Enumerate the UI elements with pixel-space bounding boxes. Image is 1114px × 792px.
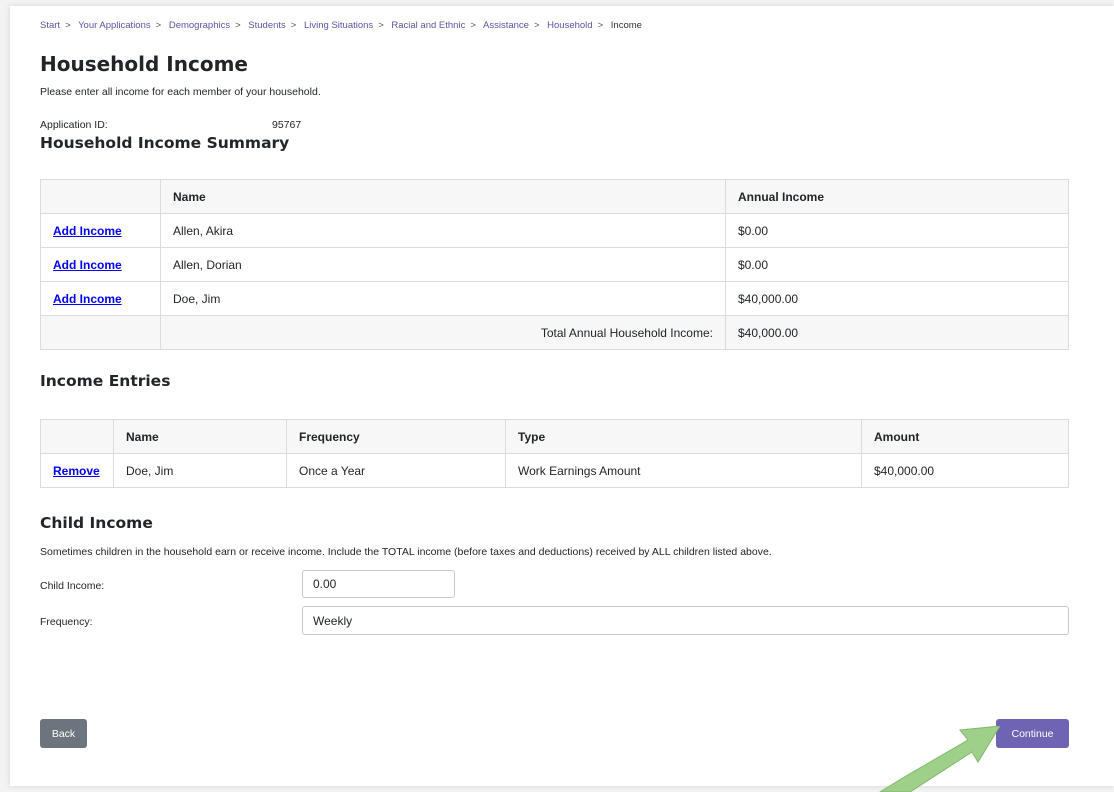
- action-cell: Remove: [40, 453, 114, 488]
- amount-cell: $40,000.00: [861, 453, 1069, 488]
- action-cell: Add Income: [40, 247, 161, 282]
- add-income-link[interactable]: Add Income: [53, 258, 122, 272]
- name-cell: Allen, Dorian: [160, 247, 726, 282]
- application-id-value: 95767: [272, 119, 302, 131]
- column-header-annual-income: Annual Income: [725, 179, 1069, 214]
- income-entries-table: Name Frequency Type Amount Remove Doe, J…: [40, 419, 1069, 488]
- frequency-cell: Once a Year: [286, 453, 506, 488]
- table-row: Add Income Allen, Dorian $0.00: [40, 247, 1069, 282]
- total-value: $40,000.00: [725, 315, 1069, 350]
- frequency-label: Frequency:: [40, 616, 93, 628]
- add-income-link[interactable]: Add Income: [53, 224, 122, 238]
- breadcrumb: Start > Your Applications > Demographics > …: [40, 20, 642, 31]
- back-button[interactable]: Back: [40, 719, 87, 748]
- frequency-value: Weekly: [313, 613, 353, 628]
- table-header-row: Name Frequency Type Amount: [40, 419, 1069, 454]
- application-id-label: Application ID:: [40, 119, 108, 131]
- breadcrumb-separator: >: [597, 20, 604, 31]
- name-cell: Doe, Jim: [160, 281, 726, 316]
- type-cell: Work Earnings Amount: [505, 453, 862, 488]
- table-row: Remove Doe, Jim Once a Year Work Earning…: [40, 453, 1069, 488]
- income-cell: $0.00: [725, 213, 1069, 248]
- table-row: Add Income Allen, Akira $0.00: [40, 213, 1069, 248]
- breadcrumb-your-applications[interactable]: Your Applications: [78, 20, 151, 31]
- breadcrumb-assistance[interactable]: Assistance: [483, 20, 529, 31]
- total-label: Total Annual Household Income:: [160, 315, 726, 350]
- breadcrumb-students[interactable]: Students: [248, 20, 286, 31]
- household-income-summary-table: Name Annual Income Add Income Allen, Aki…: [40, 179, 1069, 350]
- breadcrumb-separator: >: [470, 20, 476, 31]
- breadcrumb-living-situations[interactable]: Living Situations: [304, 20, 373, 31]
- income-entries-heading: Income Entries: [40, 372, 171, 390]
- income-cell: $40,000.00: [725, 281, 1069, 316]
- breadcrumb-separator: >: [235, 20, 241, 31]
- frequency-select[interactable]: Weekly: [302, 606, 1069, 635]
- child-income-description: Sometimes children in the household earn…: [40, 546, 772, 558]
- breadcrumb-current: Income: [610, 20, 642, 31]
- child-income-input[interactable]: 0.00: [302, 570, 455, 598]
- column-header-frequency: Frequency: [286, 419, 506, 454]
- child-income-label: Child Income:: [40, 580, 105, 592]
- breadcrumb-racial-and-ethnic[interactable]: Racial and Ethnic: [391, 20, 465, 31]
- page-card: Start > Your Applications > Demographics > …: [10, 6, 1114, 792]
- table-row: Add Income Doe, Jim $40,000.00: [40, 281, 1069, 316]
- breadcrumb-separator: >: [155, 20, 162, 31]
- breadcrumb-household[interactable]: Household: [547, 20, 592, 31]
- income-cell: $0.00: [725, 247, 1069, 282]
- pointer-arrow-shape: [879, 726, 1001, 792]
- breadcrumb-separator: >: [533, 20, 540, 31]
- page-intro: Please enter all income for each member …: [40, 86, 321, 98]
- column-header-name: Name: [113, 419, 287, 454]
- breadcrumb-separator: >: [378, 20, 384, 31]
- breadcrumb-separator: >: [65, 20, 71, 31]
- empty-cell: [40, 315, 161, 350]
- breadcrumb-start[interactable]: Start: [40, 20, 60, 31]
- add-income-link[interactable]: Add Income: [53, 292, 122, 306]
- page-title: Household Income: [40, 52, 248, 76]
- name-cell: Doe, Jim: [113, 453, 287, 488]
- table-header-row: Name Annual Income: [40, 179, 1069, 214]
- column-header-name: Name: [160, 179, 726, 214]
- child-income-heading: Child Income: [40, 514, 153, 532]
- action-cell: Add Income: [40, 281, 161, 316]
- name-cell: Allen, Akira: [160, 213, 726, 248]
- summary-heading: Household Income Summary: [40, 134, 290, 152]
- total-row: Total Annual Household Income: $40,000.0…: [40, 315, 1069, 350]
- child-income-value: 0.00: [313, 577, 337, 591]
- action-cell: Add Income: [40, 213, 161, 248]
- breadcrumb-separator: >: [290, 20, 297, 31]
- column-header: [40, 179, 161, 214]
- column-header-amount: Amount: [861, 419, 1069, 454]
- remove-link[interactable]: Remove: [53, 464, 100, 478]
- column-header-type: Type: [505, 419, 862, 454]
- column-header: [40, 419, 114, 454]
- pointer-arrow-icon: [879, 726, 1001, 792]
- breadcrumb-demographics[interactable]: Demographics: [169, 20, 230, 31]
